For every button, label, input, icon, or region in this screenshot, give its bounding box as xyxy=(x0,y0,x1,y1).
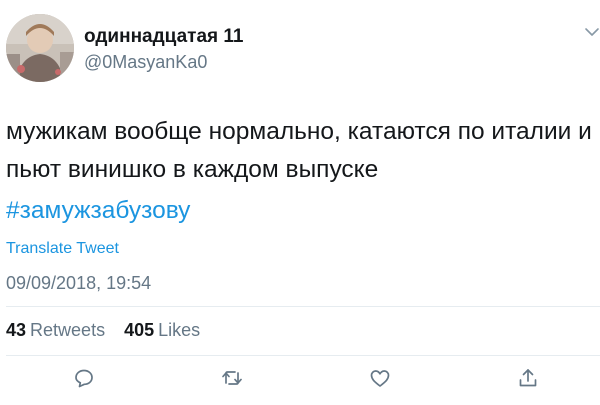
translate-tweet-link[interactable]: Translate Tweet xyxy=(6,240,119,258)
likes-count: 405 xyxy=(124,320,155,340)
retweets-label: Retweets xyxy=(30,320,106,340)
chevron-down-icon[interactable] xyxy=(584,24,600,40)
retweets-stat[interactable]: 43 Retweets xyxy=(6,320,124,340)
tweet-card: одиннадцатая 11 @0MasyanKa0 мужикам вооб… xyxy=(0,0,600,405)
likes-stat[interactable]: 405 Likes xyxy=(124,320,214,340)
divider xyxy=(6,306,600,307)
hashtag-link[interactable]: #замужзабузову xyxy=(6,197,190,225)
avatar-image xyxy=(6,14,74,82)
tweet-text: мужикам вообще нормально, катаются по ит… xyxy=(6,118,592,183)
like-icon[interactable] xyxy=(368,366,392,390)
likes-label: Likes xyxy=(158,320,201,340)
avatar[interactable] xyxy=(6,14,74,82)
divider xyxy=(6,355,600,356)
engagement-stats: 43 Retweets 405 Likes xyxy=(6,320,214,341)
tweet-timestamp[interactable]: 09/09/2018, 19:54 xyxy=(6,273,151,294)
display-name[interactable]: одиннадцатая 11 xyxy=(84,26,243,48)
user-handle[interactable]: @0MasyanKa0 xyxy=(84,52,207,73)
retweets-count: 43 xyxy=(6,320,27,340)
retweet-icon[interactable] xyxy=(220,366,244,390)
reply-icon[interactable] xyxy=(72,366,96,390)
share-icon[interactable] xyxy=(516,366,540,390)
